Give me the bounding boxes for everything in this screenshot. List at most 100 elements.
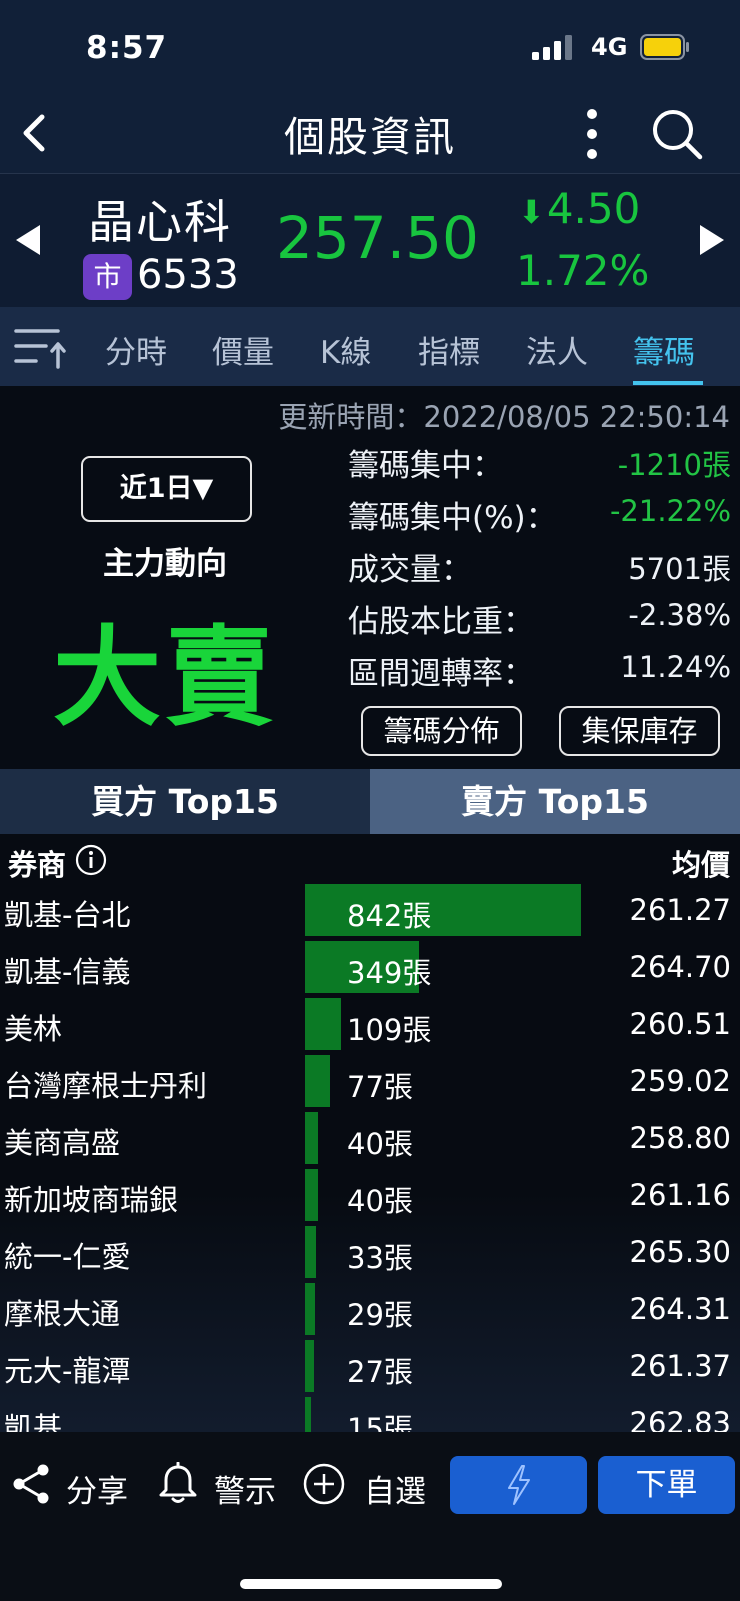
- quantity-bar: [305, 1169, 318, 1221]
- signal-icon: [532, 35, 572, 60]
- stat-label-volume: 成交量：: [348, 552, 472, 588]
- quantity-bar: [305, 1340, 314, 1392]
- price-change: ⬇4.50: [518, 184, 640, 233]
- lightning-icon: [508, 1465, 530, 1505]
- tab-chips[interactable]: 籌碼: [633, 327, 695, 372]
- quantity-bar: [305, 1112, 318, 1164]
- broker-name: 摩根大通: [4, 1297, 121, 1331]
- stock-name: 晶心科: [88, 195, 232, 249]
- tab-intraday[interactable]: 分時: [105, 327, 167, 372]
- header-avg-price: 均價: [671, 848, 730, 882]
- price-change-percent: 1.72%: [516, 246, 650, 295]
- active-tab-indicator: [633, 381, 703, 385]
- broker-quantity: 29張: [347, 1298, 413, 1332]
- stat-value-turnover: 11.24%: [620, 650, 731, 684]
- home-indicator: [240, 1579, 502, 1589]
- broker-avg-price: 261.37: [629, 1349, 731, 1383]
- page-title: 個股資訊: [284, 113, 456, 161]
- place-order-button[interactable]: 下單: [598, 1456, 735, 1514]
- quantity-bar: [305, 1397, 311, 1432]
- table-row[interactable]: 凱基 15張 262.83: [0, 1397, 740, 1432]
- broker-avg-price: 264.31: [629, 1292, 731, 1326]
- broker-quantity: 349張: [347, 956, 432, 990]
- tab-k-line[interactable]: K線: [320, 327, 371, 372]
- tab-price-volume[interactable]: 價量: [212, 327, 274, 372]
- period-dropdown[interactable]: 近1日▼: [81, 456, 252, 522]
- broker-quantity: 33張: [347, 1241, 413, 1275]
- table-row[interactable]: 新加坡商瑞銀 40張 261.16: [0, 1169, 740, 1225]
- broker-avg-price: 265.30: [629, 1235, 731, 1269]
- table-row[interactable]: 摩根大通 29張 264.31: [0, 1283, 740, 1339]
- add-watchlist-button[interactable]: 自選: [302, 1456, 430, 1516]
- stat-value-concentration: -1210張: [617, 448, 731, 482]
- chart-tab-bar: 分時 價量 K線 指標 法人 籌碼: [0, 307, 740, 386]
- stock-price: 257.50: [276, 204, 479, 272]
- update-time: 更新時間：2022/08/05 22:50:14: [278, 400, 730, 434]
- table-row[interactable]: 台灣摩根士丹利 77張 259.02: [0, 1055, 740, 1111]
- tab-sell-top15[interactable]: 賣方 Top15: [370, 769, 740, 834]
- share-label: 分享: [66, 1474, 128, 1510]
- network-label: 4G: [591, 33, 628, 61]
- quantity-bar: [305, 1283, 315, 1335]
- main-trend-label: 主力動向: [103, 546, 227, 582]
- broker-name: 台灣摩根士丹利: [4, 1069, 208, 1103]
- table-row[interactable]: 美商高盛 40張 258.80: [0, 1112, 740, 1168]
- bottom-action-bar: 分享 警示 自選 下單: [0, 1432, 740, 1601]
- broker-avg-price: 261.16: [629, 1178, 731, 1212]
- battery-icon: [640, 34, 689, 60]
- tab-institutional[interactable]: 法人: [526, 327, 588, 372]
- info-icon[interactable]: [75, 844, 107, 876]
- stat-label-turnover: 區間週轉率：: [348, 656, 534, 692]
- quantity-bar: [305, 1055, 330, 1107]
- table-row[interactable]: 美林 109張 260.51: [0, 998, 740, 1054]
- prev-stock-icon[interactable]: [14, 223, 44, 257]
- tab-indicators[interactable]: 指標: [418, 327, 480, 372]
- broker-quantity: 40張: [347, 1184, 413, 1218]
- stat-value-concentration-pct: -21.22%: [609, 494, 731, 528]
- watchlist-label: 自選: [364, 1474, 426, 1510]
- price-change-value: 4.50: [546, 184, 641, 233]
- stat-label-concentration: 籌碼集中：: [348, 448, 503, 484]
- broker-avg-price: 260.51: [629, 1007, 731, 1041]
- broker-name: 美林: [4, 1012, 63, 1046]
- market-badge: 市: [83, 254, 132, 300]
- broker-quantity: 40張: [347, 1127, 413, 1161]
- stock-code: 6533: [137, 252, 239, 298]
- stat-value-capital-ratio: -2.38%: [628, 598, 731, 632]
- broker-avg-price: 264.70: [629, 950, 731, 984]
- alert-button[interactable]: 警示: [156, 1456, 282, 1516]
- add-circle-icon: [303, 1463, 345, 1505]
- broker-avg-price: 259.02: [629, 1064, 731, 1098]
- quantity-bar: [305, 1226, 316, 1278]
- broker-table[interactable]: 券商 均價 凱基-台北 842張 261.27 凱基-信義 349張 264.70 美林 10…: [0, 834, 740, 1432]
- status-bar: 8:57 4G: [0, 0, 740, 95]
- chip-distribution-button[interactable]: 籌碼分佈: [361, 706, 522, 756]
- custody-inventory-button[interactable]: 集保庫存: [559, 706, 720, 756]
- tab-buy-top15[interactable]: 買方 Top15: [0, 769, 370, 834]
- quick-order-button[interactable]: [450, 1456, 587, 1514]
- stat-label-capital-ratio: 佔股本比重：: [348, 604, 534, 640]
- broker-name: 新加坡商瑞銀: [4, 1183, 179, 1217]
- alert-label: 警示: [214, 1474, 276, 1510]
- broker-avg-price: 262.83: [629, 1406, 731, 1432]
- broker-quantity: 77張: [347, 1070, 413, 1104]
- table-row[interactable]: 凱基-信義 349張 264.70: [0, 941, 740, 997]
- share-button[interactable]: 分享: [10, 1456, 136, 1516]
- back-icon[interactable]: [12, 109, 60, 157]
- broker-name: 凱基: [4, 1411, 63, 1432]
- table-row[interactable]: 元大-龍潭 27張 261.37: [0, 1340, 740, 1396]
- stat-value-volume: 5701張: [628, 552, 731, 586]
- more-icon[interactable]: [570, 105, 614, 163]
- table-row[interactable]: 凱基-台北 842張 261.27: [0, 884, 740, 940]
- next-stock-icon[interactable]: [696, 223, 726, 257]
- nav-bar: 個股資訊: [0, 95, 740, 173]
- status-time: 8:57: [86, 30, 168, 66]
- broker-name: 元大-龍潭: [4, 1354, 131, 1388]
- search-icon[interactable]: [648, 105, 706, 163]
- broker-name: 統一-仁愛: [4, 1240, 131, 1274]
- sort-menu-icon[interactable]: [14, 325, 66, 371]
- share-icon: [13, 1464, 49, 1504]
- table-row[interactable]: 統一-仁愛 33張 265.30: [0, 1226, 740, 1282]
- bell-icon: [159, 1462, 197, 1503]
- header-broker: 券商: [8, 848, 67, 882]
